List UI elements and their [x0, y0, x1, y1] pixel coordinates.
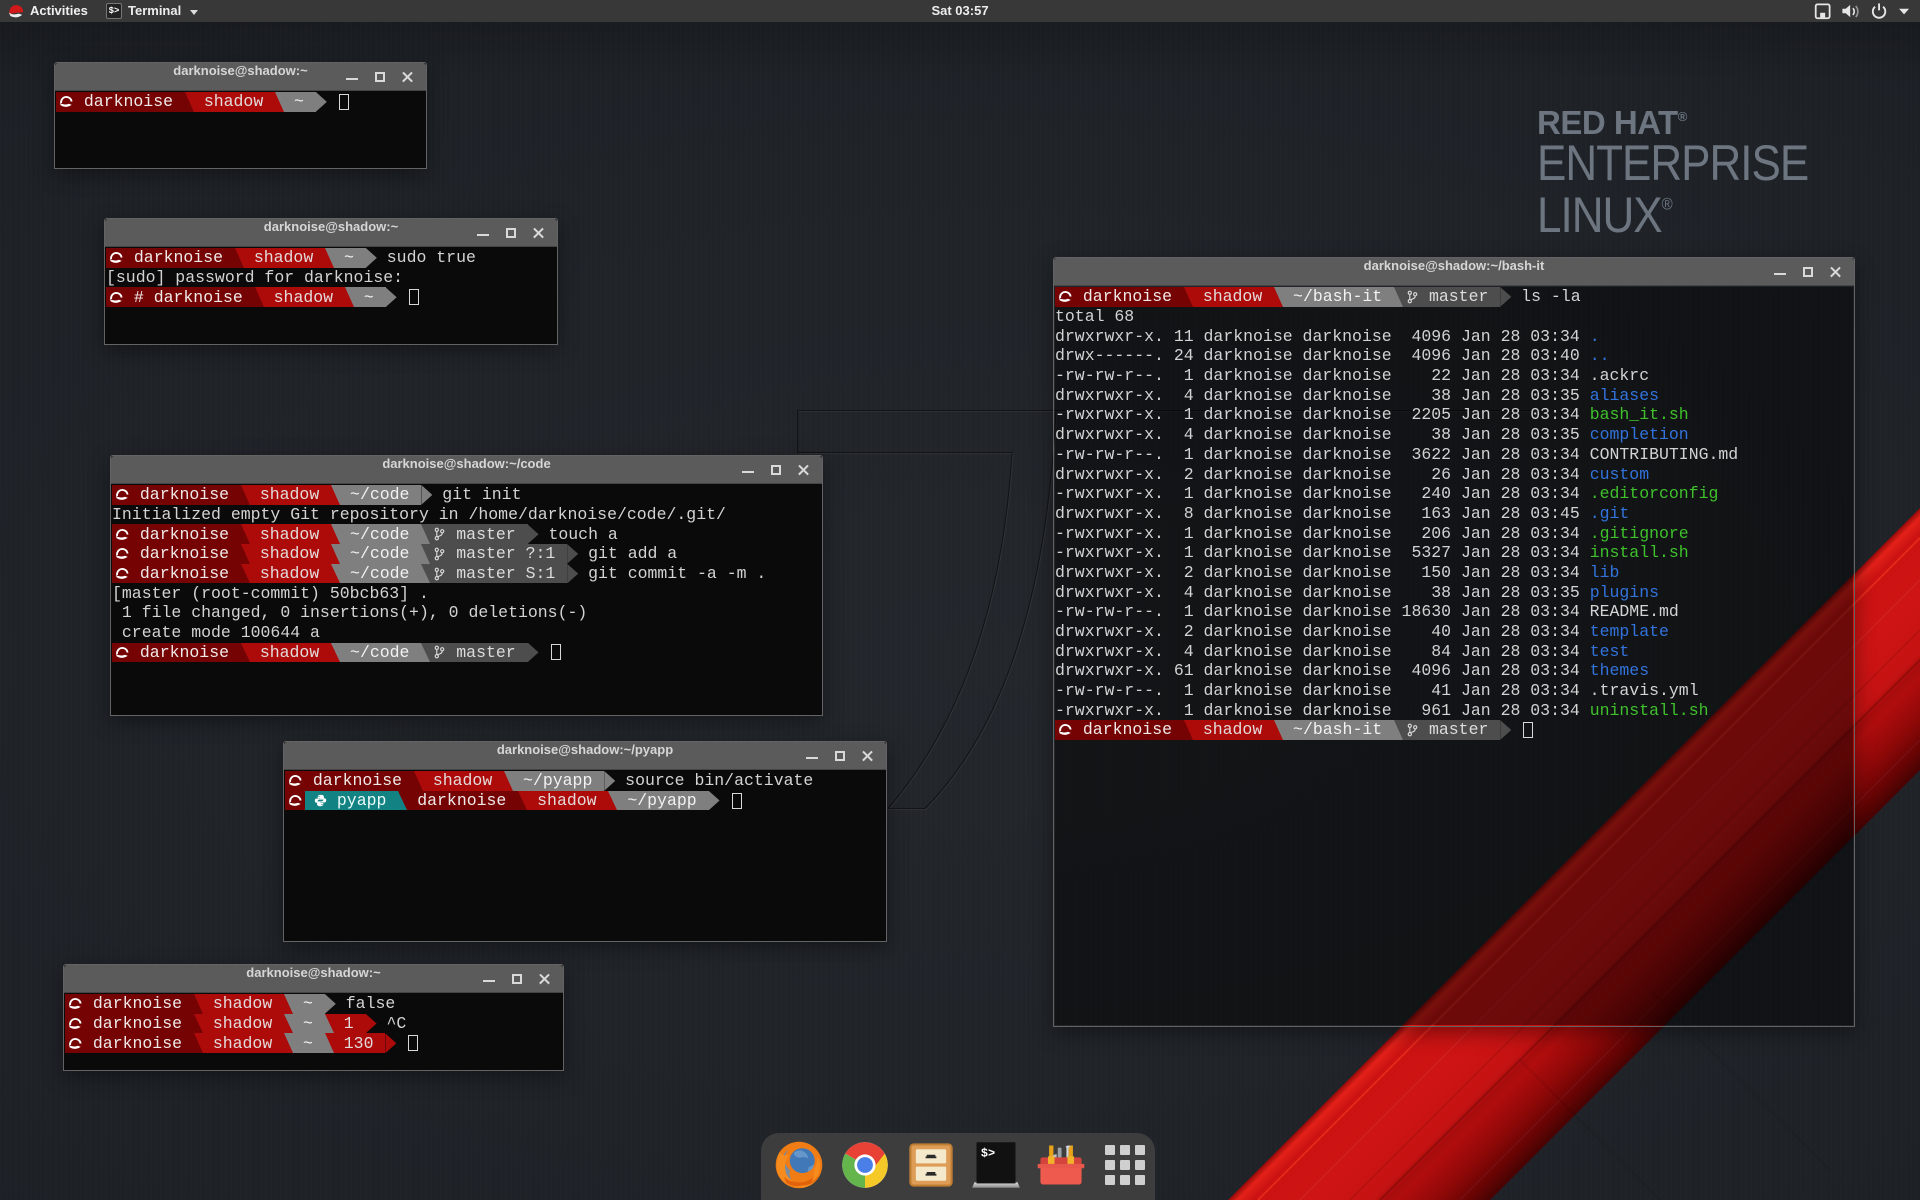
svg-text:$>: $> — [981, 1146, 995, 1160]
